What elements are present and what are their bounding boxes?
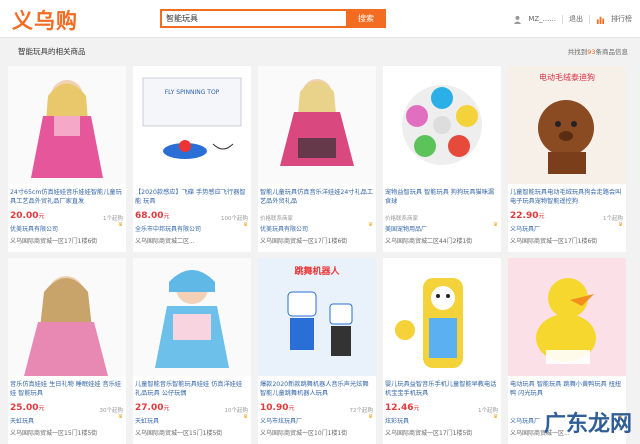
search-input[interactable] (162, 11, 348, 26)
product-title[interactable]: 电动玩具 智能玩具 跳舞小黄鸭玩具 扭扭鸭 闪光玩具 (510, 380, 624, 400)
product-card[interactable]: 跳舞机器人爆款2020新款跳舞机器人音乐声光炫舞智能儿童跳舞机器人玩具 10.90… (258, 258, 376, 444)
product-price: 20.00元 (10, 211, 45, 221)
product-price: 12.46元 (385, 403, 420, 413)
shop-name[interactable]: 义乌市炫玩具厂 (260, 416, 355, 425)
product-moq: 1个起购 (603, 216, 623, 222)
crown-icon: ♛ (618, 222, 623, 228)
search-button[interactable]: 搜索 (346, 9, 386, 28)
product-card[interactable]: 儿童智能音乐智能玩具娃娃 仿真洋娃娃 礼品玩具 公仔玩偶 27.00元 10个起购天… (133, 258, 251, 444)
product-image[interactable]: 跳舞机器人 (258, 258, 376, 376)
shop-name[interactable]: 义乌玩具厂 (510, 224, 605, 233)
shop-address: 义乌国际商贸城一区17门1楼6街 (510, 238, 598, 245)
product-title[interactable]: 音乐仿真娃娃 生日礼物 睡眠娃娃 音乐娃娃 智能玩具 (10, 380, 124, 400)
product-title[interactable]: 婴儿玩具益智音乐手机儿童智能早教电话机宝宝手机玩具 (385, 380, 499, 400)
crown-icon: ♛ (243, 222, 248, 228)
product-image[interactable]: FLY SPINNING TOP (133, 66, 251, 184)
divider (589, 14, 590, 24)
product-title[interactable]: 智能儿童玩具仿真音乐洋娃娃24寸礼品工艺品外贸礼品 (260, 188, 374, 208)
product-image[interactable] (383, 66, 501, 184)
shop-address: 义乌国际商贸城二区... (135, 238, 195, 245)
rank-link[interactable]: 排行榜 (611, 14, 632, 24)
product-price: 68.00元 (135, 211, 170, 221)
shop-address: 义乌国际商贸城一区17门1楼5街 (385, 430, 473, 437)
product-image[interactable] (258, 66, 376, 184)
product-card[interactable]: 音乐仿真娃娃 生日礼物 睡眠娃娃 音乐娃娃 智能玩具 25.00元 30个起购天虹玩… (8, 258, 126, 444)
product-card[interactable]: 婴儿玩具益智音乐手机儿童智能早教电话机宝宝手机玩具 12.46元 1个起购炫彩玩具 ♛… (383, 258, 501, 444)
shop-name[interactable]: 优美玩具有限公司 (10, 224, 105, 233)
svg-text:电动毛绒泰迪狗: 电动毛绒泰迪狗 (539, 72, 595, 82)
crown-icon: ♛ (368, 222, 373, 228)
product-price: 27.00元 (135, 403, 170, 413)
product-card[interactable]: FLY SPINNING TOP 【2020款感应】飞碟 手势感应飞行器智能 玩具… (133, 66, 251, 252)
product-moq: 100个起购 (221, 216, 248, 222)
crown-icon: ♛ (493, 222, 498, 228)
shop-address: 义乌国际商贸城一区17门1楼6街 (10, 238, 98, 245)
crown-icon: ♛ (368, 414, 373, 420)
shop-address: 义乌国际商贸城二区44门2楼1街 (385, 238, 473, 245)
page: 义乌购 搜索 MZ_...... 退出 排行榜 智能玩具的相关商品 共找到93条… (0, 0, 640, 444)
product-moq: 价格联系商家 (385, 216, 419, 222)
crown-icon: ♛ (493, 414, 498, 420)
search-bar: 搜索 (160, 9, 386, 28)
product-image[interactable] (133, 258, 251, 376)
product-card[interactable]: 智能儿童玩具仿真音乐洋娃娃24寸礼品工艺品外贸礼品价格联系商家优美玩具有限公司 ♛… (258, 66, 376, 252)
product-moq: 1个起购 (478, 408, 498, 414)
product-price: 25.00元 (10, 403, 45, 413)
product-image[interactable] (383, 258, 501, 376)
shop-address: 义乌国际商贸城一区15门1楼5街 (10, 430, 98, 437)
shop-name[interactable]: 天虹玩具 (10, 416, 105, 425)
product-card[interactable]: 24寸65cm仿真娃娃音乐娃娃智能儿童玩具工艺品外贸礼品厂家直发 20.00元 1个… (8, 66, 126, 252)
rank-icon (596, 16, 605, 24)
shop-name[interactable]: 全乐市中邦玩具有限公司 (135, 224, 230, 233)
product-price: 22.90元 (510, 211, 545, 221)
shop-name[interactable]: 炫彩玩具 (385, 416, 480, 425)
user-icon (514, 15, 522, 24)
product-image[interactable]: 电动毛绒泰迪狗 (508, 66, 626, 184)
watermark: 广东龙网 (543, 412, 632, 437)
shop-address: 义乌国际商贸城一区10门1楼1街 (260, 430, 348, 437)
result-title: 智能玩具的相关商品 (18, 47, 86, 56)
product-title[interactable]: 爆款2020新款跳舞机器人音乐声光炫舞智能儿童跳舞机器人玩具 (260, 380, 374, 400)
count-number: 93 (587, 48, 596, 56)
product-title[interactable]: 宠物益智玩具 智能玩具 狗狗玩具猫咪漏食球 (385, 188, 499, 208)
product-price: 10.90元 (260, 403, 295, 413)
shop-name[interactable]: 天虹玩具 (135, 416, 230, 425)
crown-icon: ♛ (243, 414, 248, 420)
product-title[interactable]: 24寸65cm仿真娃娃音乐娃娃智能儿童玩具工艺品外贸礼品厂家直发 (10, 188, 124, 208)
shop-address: 义乌国际商贸城一区15门1楼5街 (135, 430, 223, 437)
product-moq: 10个起购 (224, 408, 249, 414)
result-count: 共找到93条商品信息 (568, 46, 628, 56)
user-area: MZ_...... 退出 排行榜 (513, 14, 632, 24)
product-moq: 价格联系商家 (260, 216, 294, 222)
count-prefix: 共找到 (567, 48, 588, 56)
product-moq: 30个起购 (99, 408, 124, 414)
shop-name[interactable]: 优美玩具有限公司 (260, 224, 355, 233)
crown-icon: ♛ (118, 222, 123, 228)
product-moq: 1个起购 (103, 216, 123, 222)
svg-text:FLY SPINNING TOP: FLY SPINNING TOP (165, 89, 220, 96)
logout-link[interactable]: 退出 (569, 14, 583, 24)
site-logo[interactable]: 义乌购 (12, 5, 78, 35)
product-title[interactable]: 儿童智能玩具电动毛绒玩具狗会走路会叫电子玩具宠物智能遥控狗 (510, 188, 624, 208)
username[interactable]: MZ_...... (528, 15, 556, 23)
product-image[interactable] (8, 66, 126, 184)
product-card[interactable]: 宠物益智玩具 智能玩具 狗狗玩具猫咪漏食球价格联系商家美国宠物用品厂 ♛ 义乌国际商… (383, 66, 501, 252)
divider (562, 14, 563, 24)
shop-name[interactable]: 美国宠物用品厂 (385, 224, 480, 233)
header: 义乌购 搜索 MZ_...... 退出 排行榜 (0, 0, 640, 38)
product-image[interactable] (508, 258, 626, 376)
product-title[interactable]: 儿童智能音乐智能玩具娃娃 仿真洋娃娃 礼品玩具 公仔玩偶 (135, 380, 249, 400)
result-bar: 智能玩具的相关商品 共找到93条商品信息 (8, 43, 634, 59)
count-suffix: 条商品信息 (595, 48, 629, 56)
shop-address: 义乌国际商贸城一区17门1楼6街 (260, 238, 348, 245)
product-image[interactable] (8, 258, 126, 376)
product-card[interactable]: 电动毛绒泰迪狗儿童智能玩具电动毛绒玩具狗会走路会叫电子玩具宠物智能遥控狗 22.9… (508, 66, 626, 252)
product-title[interactable]: 【2020款感应】飞碟 手势感应飞行器智能 玩具 (135, 188, 249, 208)
svg-text:跳舞机器人: 跳舞机器人 (294, 265, 340, 277)
crown-icon: ♛ (118, 414, 123, 420)
product-moq: 72个起购 (349, 408, 374, 414)
